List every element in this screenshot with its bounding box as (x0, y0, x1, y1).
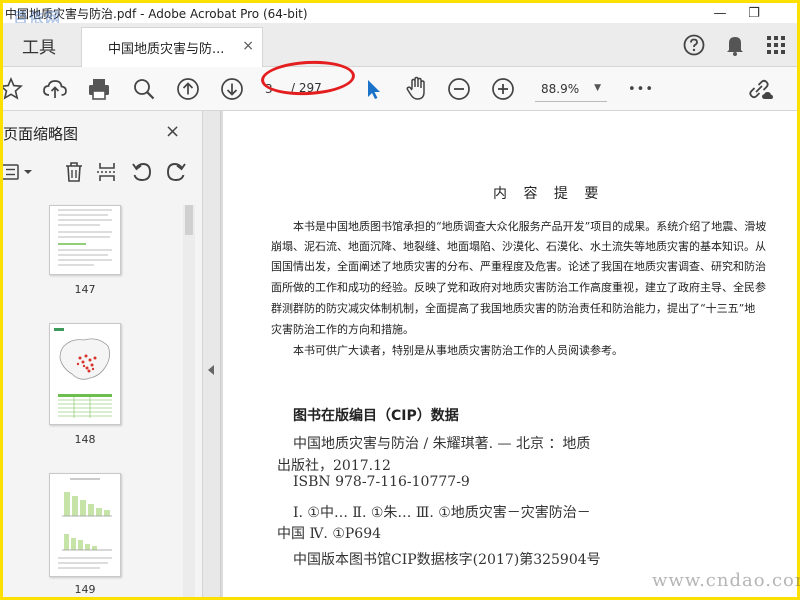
help-icon[interactable] (680, 31, 708, 59)
restore-button[interactable]: ❐ (739, 3, 769, 23)
zoom-level-value: 88.9% (541, 82, 580, 96)
sidebar-title: 页面缩略图 (3, 125, 79, 143)
thumbnail-scrollbar[interactable] (183, 205, 195, 597)
hand-tool-icon[interactable] (403, 75, 431, 103)
rotate-clockwise-icon[interactable] (163, 159, 189, 185)
tab-close-button[interactable]: × (242, 38, 254, 54)
zoom-in-icon[interactable] (489, 75, 517, 103)
rotate-counterclockwise-icon[interactable] (129, 159, 155, 185)
thumbnail-page-number: 147 (74, 283, 96, 296)
cloud-upload-icon[interactable] (41, 75, 69, 103)
cip-line: 中国 Ⅳ. ①P694 (277, 526, 382, 542)
zoom-out-icon[interactable] (445, 75, 473, 103)
zoom-underline (535, 101, 607, 102)
summary-line: 崩塌、泥石流、地面沉降、地裂缝、地面塌陷、沙漠化、石漠化、水土流失等地质灾害的基… (271, 240, 766, 253)
cip-line: 中国版本图书馆CIP数据核字(2017)第325904号 (293, 552, 601, 568)
sidebar-close-button[interactable]: × (165, 121, 180, 142)
thumbnail-sidebar: 页面缩略图 × 147 148 149 (3, 111, 203, 597)
cip-title: 图书在版编目（CIP）数据 (293, 408, 459, 424)
audience-line: 本书可供广大读者，特别是从事地质灾害防治工作的人员阅读参考。 (293, 344, 623, 357)
select-cursor-icon[interactable] (359, 75, 387, 103)
notification-bell-icon[interactable] (721, 31, 749, 59)
thumbnail-scrollbar-handle[interactable] (185, 205, 193, 235)
document-viewport: 内 容 提 要 本书是中国地质图书馆承担的“地质调查大众化服务产品开发”项目的成… (221, 111, 797, 597)
print-icon[interactable] (85, 75, 113, 103)
more-tools-button[interactable]: ••• (627, 75, 655, 103)
page-thumbnail[interactable] (49, 323, 121, 425)
bookmark-star-icon[interactable] (3, 75, 25, 103)
summary-line: 灾害防治工作的方向和措施。 (271, 323, 414, 336)
tab-tools[interactable]: 工具 (3, 23, 75, 67)
minimize-button[interactable]: — (705, 3, 735, 23)
summary-line: 国国情出发，全面阐述了地质灾害的分布、严重程度及危害。论述了我国在地质灾害调查、… (271, 260, 766, 273)
thumbnail-options-menu[interactable] (3, 159, 39, 185)
pdf-page: 内 容 提 要 本书是中国地质图书馆承担的“地质调查大众化服务产品开发”项目的成… (223, 111, 797, 597)
tab-document-label: 中国地质灾害与防... (108, 42, 225, 57)
tab-document[interactable]: 中国地质灾害与防... × (81, 27, 263, 67)
zoom-level-dropdown[interactable]: 88.9% ▼ (535, 77, 607, 101)
page-thumbnail[interactable] (49, 205, 121, 275)
previous-page-icon[interactable] (174, 75, 202, 103)
summary-line: 面所做的工作和成功的经验。反映了党和政府对地质灾害防治工作高度重视，建立了政府主… (271, 281, 766, 294)
summary-line: 本书是中国地质图书馆承担的“地质调查大众化服务产品开发”项目的成果。系统介绍了地… (293, 220, 767, 233)
chevron-down-icon: ▼ (594, 83, 601, 93)
summary-heading: 内 容 提 要 (493, 186, 605, 202)
page-thumbnail[interactable] (49, 473, 121, 577)
summary-line: 群测群防的防灾减灾体制机制，全面提高了我国地质灾害的防治责任和防治能力，提出了“… (271, 302, 756, 315)
toolbar: / 297 88.9% ▼ ••• (3, 67, 797, 111)
split-page-icon[interactable] (94, 159, 120, 185)
cip-line: ISBN 978-7-116-10777-9 (293, 474, 470, 490)
acrobat-window: 中国地质灾害与防治.pdf - Adobe Acrobat Pro (64-bi… (3, 3, 797, 597)
cip-line: Ⅰ. ①中… Ⅱ. ①朱… Ⅲ. ①地质灾害－灾害防治－ (293, 505, 591, 521)
thumbnail-page-number: 148 (74, 433, 96, 446)
sidebar-splitter[interactable] (203, 111, 221, 597)
collapse-arrow-icon[interactable] (208, 365, 214, 375)
thumbnail-page-number: 149 (74, 583, 96, 596)
sidebar-toolbar (3, 155, 203, 191)
cip-line: 中国地质灾害与防治 / 朱耀琪著. — 北京 ：地质 (293, 436, 591, 452)
next-page-icon[interactable] (218, 75, 246, 103)
share-link-icon[interactable] (747, 75, 775, 103)
delete-page-icon[interactable] (61, 159, 87, 185)
thumbnail-list: 147 148 149 (3, 193, 203, 597)
title-bar: 中国地质灾害与防治.pdf - Adobe Acrobat Pro (64-bi… (3, 3, 797, 27)
apps-grid-icon[interactable] (762, 31, 790, 59)
watermark-url: www.cndao.com (652, 570, 800, 591)
cip-line: 出版社，2017.12 (277, 458, 391, 474)
search-zoom-icon[interactable] (130, 75, 158, 103)
tab-bar: 工具 中国地质灾害与防... × (3, 23, 797, 67)
